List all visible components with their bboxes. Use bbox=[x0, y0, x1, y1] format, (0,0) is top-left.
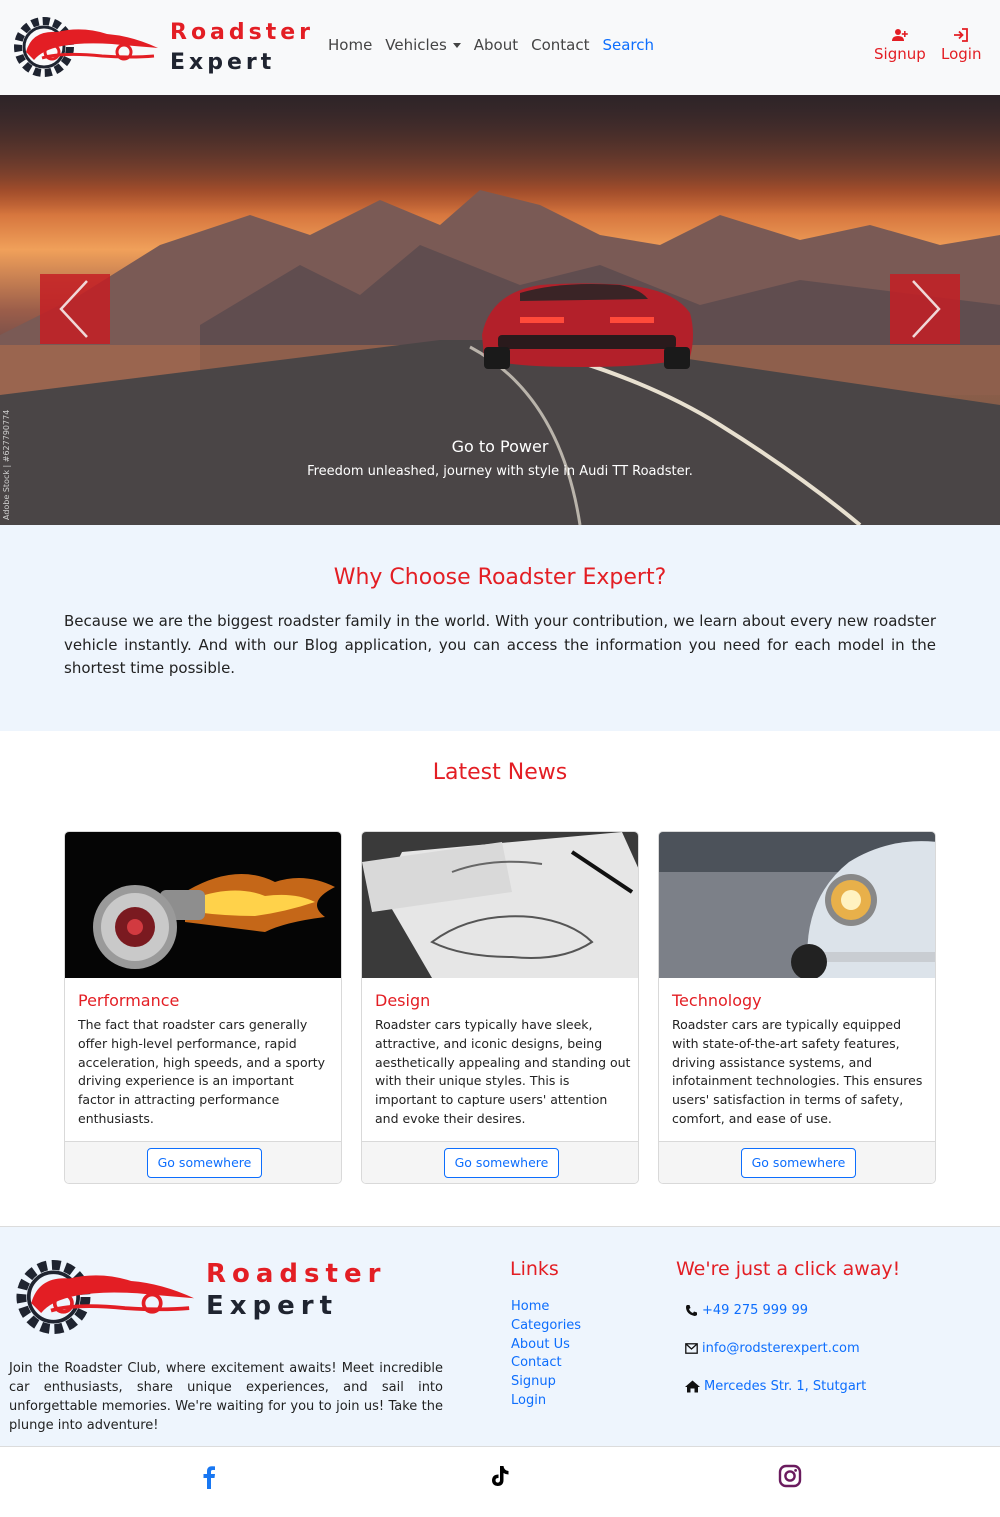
signup-label: Signup bbox=[874, 45, 926, 63]
brand-line-2: Expert bbox=[206, 1291, 339, 1321]
brand-line-1: Roadster bbox=[170, 20, 315, 45]
footer-address: Mercedes Str. 1, Stutgart bbox=[704, 1379, 867, 1394]
main-nav: Home Vehicles About Contact Search bbox=[328, 36, 667, 54]
brand-line-2: Expert bbox=[170, 50, 276, 75]
login-label: Login bbox=[941, 45, 982, 63]
card-title: Performance bbox=[78, 991, 180, 1010]
phone-icon bbox=[686, 1305, 697, 1316]
footer-contact-title: We're just a click away! bbox=[676, 1258, 901, 1280]
card-footer: Go somewhere bbox=[65, 1141, 341, 1183]
go-somewhere-button[interactable]: Go somewhere bbox=[741, 1148, 856, 1178]
facebook-icon bbox=[203, 1466, 215, 1489]
footer-brand-wordmark: Roadster Expert bbox=[206, 1258, 386, 1322]
navbar: Roadster Expert Home Vehicles About Cont… bbox=[0, 0, 1000, 95]
footer-link-about-us[interactable]: About Us bbox=[511, 1336, 581, 1355]
footer-link-categories[interactable]: Categories bbox=[511, 1317, 581, 1336]
login-button[interactable]: Login bbox=[941, 28, 981, 63]
why-title: Why Choose Roadster Expert? bbox=[333, 565, 667, 590]
chevron-right-icon bbox=[912, 280, 941, 338]
tiktok-link[interactable] bbox=[487, 1463, 513, 1489]
nav-about[interactable]: About bbox=[474, 36, 518, 54]
hero-landscape-image bbox=[0, 190, 1000, 525]
news-card-design: Design Roadster cars typically have slee… bbox=[361, 831, 639, 1184]
why-body: Because we are the biggest roadster fami… bbox=[64, 612, 936, 677]
vintage-car-headlight-image bbox=[659, 832, 935, 978]
footer-links-title: Links bbox=[510, 1258, 559, 1280]
turbocharger-image bbox=[65, 832, 341, 978]
card-footer: Go somewhere bbox=[659, 1141, 935, 1183]
footer-link-signup[interactable]: Signup bbox=[511, 1373, 581, 1392]
news-card-technology: Technology Roadster cars are typically e… bbox=[658, 831, 936, 1184]
footer-email: info@rodsterexpert.com bbox=[702, 1341, 860, 1356]
facebook-link[interactable] bbox=[196, 1463, 222, 1489]
red-sports-car-image bbox=[482, 283, 693, 369]
user-plus-icon bbox=[891, 29, 908, 41]
caret-down-icon bbox=[452, 43, 461, 48]
footer: Roadster Expert Join the Roadster Club, … bbox=[0, 1226, 1000, 1446]
go-somewhere-button[interactable]: Go somewhere bbox=[147, 1148, 262, 1178]
headlight-image bbox=[659, 832, 935, 978]
car-gear-logo-icon bbox=[14, 17, 158, 77]
car-sketch-image bbox=[362, 832, 638, 978]
stock-watermark: Adobe Stock | #627790774 bbox=[2, 409, 11, 520]
brand-logo[interactable]: Roadster Expert bbox=[12, 12, 310, 82]
footer-logo[interactable]: Roadster Expert bbox=[14, 1253, 380, 1341]
footer-email-link[interactable]: info@rodsterexpert.com bbox=[685, 1341, 860, 1356]
footer-phone-link[interactable]: +49 275 999 99 bbox=[685, 1303, 808, 1318]
brand-line-1: Roadster bbox=[206, 1259, 387, 1289]
card-text: The fact that roadster cars generally of… bbox=[78, 1017, 326, 1126]
nav-vehicles-label: Vehicles bbox=[385, 36, 447, 54]
brand-wordmark: Roadster Expert bbox=[170, 18, 314, 78]
envelope-icon bbox=[685, 1343, 698, 1354]
footer-link-contact[interactable]: Contact bbox=[511, 1354, 581, 1373]
sign-in-icon bbox=[954, 28, 969, 42]
why-section: Why Choose Roadster Expert? Because we a… bbox=[0, 525, 1000, 731]
carousel-caption-title: Go to Power bbox=[451, 437, 549, 456]
news-card-performance: Performance The fact that roadster cars … bbox=[64, 831, 342, 1184]
instagram-link[interactable] bbox=[777, 1463, 803, 1489]
card-title: Design bbox=[375, 991, 431, 1010]
hero-carousel: Go to Power Freedom unleashed, journey w… bbox=[0, 95, 1000, 525]
card-text: Roadster cars are typically equipped wit… bbox=[672, 1017, 923, 1126]
footer-link-home[interactable]: Home bbox=[511, 1298, 581, 1317]
footer-about-text: Join the Roadster Club, where excitement… bbox=[9, 1361, 443, 1433]
chevron-left-icon bbox=[59, 280, 88, 338]
nav-search[interactable]: Search bbox=[602, 36, 654, 54]
card-footer: Go somewhere bbox=[362, 1141, 638, 1183]
home-icon bbox=[685, 1380, 700, 1393]
tiktok-icon bbox=[492, 1466, 509, 1486]
card-text: Roadster cars typically have sleek, attr… bbox=[375, 1017, 631, 1126]
turbo-image bbox=[65, 832, 341, 978]
nav-home[interactable]: Home bbox=[328, 36, 372, 54]
footer-phone: +49 275 999 99 bbox=[702, 1303, 808, 1318]
signup-button[interactable]: Signup bbox=[874, 28, 926, 63]
carousel-prev-button[interactable] bbox=[40, 274, 110, 344]
card-title: Technology bbox=[672, 991, 762, 1010]
latest-news-title: Latest News bbox=[432, 760, 568, 785]
carousel-next-button[interactable] bbox=[890, 274, 960, 344]
instagram-icon bbox=[778, 1464, 802, 1488]
social-bar bbox=[0, 1446, 1000, 1517]
footer-links: Home Categories About Us Contact Signup … bbox=[511, 1298, 581, 1411]
footer-link-login[interactable]: Login bbox=[511, 1392, 581, 1411]
go-somewhere-button[interactable]: Go somewhere bbox=[444, 1148, 559, 1178]
nav-vehicles-dropdown[interactable]: Vehicles bbox=[385, 36, 461, 54]
footer-address-link[interactable]: Mercedes Str. 1, Stutgart bbox=[685, 1379, 866, 1394]
sketch-image bbox=[362, 832, 638, 978]
car-gear-logo-icon bbox=[16, 1260, 195, 1334]
nav-contact[interactable]: Contact bbox=[531, 36, 589, 54]
carousel-caption-subtitle: Freedom unleashed, journey with style in… bbox=[307, 464, 693, 479]
